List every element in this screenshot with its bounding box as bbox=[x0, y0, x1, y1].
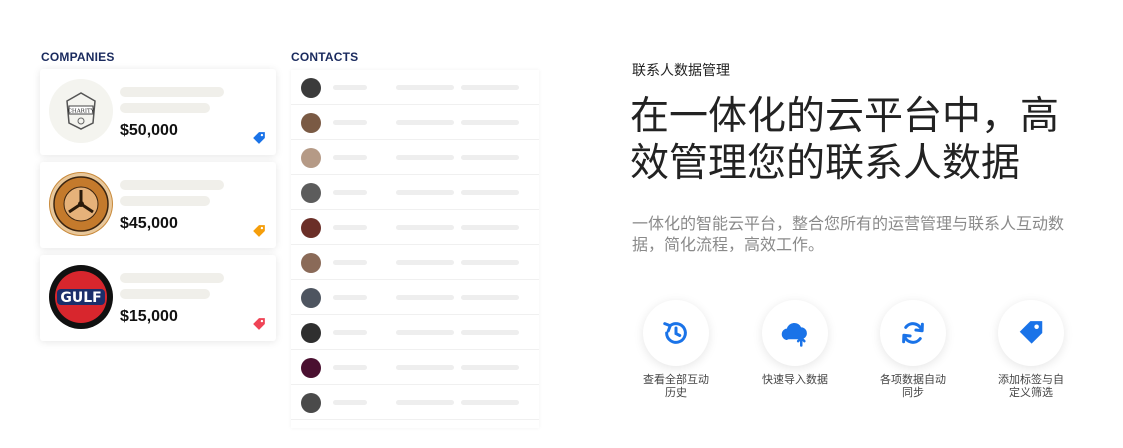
placeholder-bar bbox=[396, 85, 454, 90]
feature-label: 快速导入数据 bbox=[762, 374, 828, 386]
avatar bbox=[301, 113, 321, 133]
placeholder-bar bbox=[120, 273, 224, 283]
placeholder-bar bbox=[333, 295, 367, 300]
placeholder-bar bbox=[461, 295, 519, 300]
placeholder-bar bbox=[120, 196, 210, 206]
placeholder-bar bbox=[396, 260, 454, 265]
placeholder-bar bbox=[396, 190, 454, 195]
cloud-upload-icon bbox=[781, 322, 807, 347]
placeholder-bar bbox=[461, 365, 519, 370]
avatar bbox=[301, 393, 321, 413]
company-card[interactable]: GULF $15,000 bbox=[40, 255, 276, 341]
history-icon bbox=[663, 322, 687, 344]
tag-icon[interactable] bbox=[252, 224, 266, 238]
gulf-logo-text: GULF bbox=[60, 290, 101, 306]
placeholder-bar bbox=[461, 190, 519, 195]
company-amount: $50,000 bbox=[120, 122, 178, 139]
company-card[interactable]: CHARITY $50,000 bbox=[40, 69, 276, 155]
companies-section-label: COMPANIES bbox=[41, 50, 115, 64]
placeholder-bar bbox=[333, 400, 367, 405]
headline: 在一体化的云平台中，高效管理您的联系人数据 bbox=[630, 94, 1060, 186]
placeholder-bar bbox=[461, 120, 519, 125]
contact-row[interactable] bbox=[291, 350, 539, 385]
placeholder-bar bbox=[461, 225, 519, 230]
svg-text:CHARITY: CHARITY bbox=[68, 109, 95, 115]
avatar bbox=[301, 358, 321, 378]
feature-label: 添加标签与自定义筛选 bbox=[998, 374, 1064, 399]
contact-row[interactable] bbox=[291, 245, 539, 280]
feature-icon-circle bbox=[880, 300, 946, 366]
gulf-logo: GULF bbox=[49, 265, 113, 329]
company-amount: $45,000 bbox=[120, 215, 178, 232]
feature-label: 各项数据自动同步 bbox=[880, 374, 946, 399]
avatar bbox=[301, 148, 321, 168]
placeholder-bar bbox=[333, 85, 367, 90]
placeholder-bar bbox=[120, 289, 210, 299]
placeholder-bar bbox=[461, 330, 519, 335]
tag-icon[interactable] bbox=[252, 317, 266, 331]
placeholder-bar bbox=[396, 120, 454, 125]
placeholder-bar bbox=[396, 295, 454, 300]
feature-icon-circle bbox=[762, 300, 828, 366]
placeholder-bar bbox=[461, 85, 519, 90]
placeholder-bar bbox=[120, 103, 210, 113]
eyebrow-text: 联系人数据管理 bbox=[632, 62, 730, 78]
placeholder-bar bbox=[461, 260, 519, 265]
placeholder-bar bbox=[333, 330, 367, 335]
placeholder-bar bbox=[396, 330, 454, 335]
placeholder-bar bbox=[333, 190, 367, 195]
placeholder-bar bbox=[396, 400, 454, 405]
avatar bbox=[301, 78, 321, 98]
placeholder-bar bbox=[120, 87, 224, 97]
placeholder-bar bbox=[396, 225, 454, 230]
placeholder-bar bbox=[461, 400, 519, 405]
contact-row[interactable] bbox=[291, 140, 539, 175]
subtitle: 一体化的智能云平台，整合您所有的运营管理与联系人互动数据，简化流程，高效工作。 bbox=[632, 216, 1065, 254]
news-league-logo bbox=[49, 172, 113, 236]
avatar bbox=[301, 253, 321, 273]
feature-label: 查看全部互动历史 bbox=[643, 374, 709, 399]
feature-import: 快速导入数据 bbox=[745, 300, 845, 387]
feature-history: 查看全部互动历史 bbox=[626, 300, 726, 400]
contact-row[interactable] bbox=[291, 175, 539, 210]
placeholder-bar bbox=[461, 155, 519, 160]
charity-seal-logo: CHARITY bbox=[49, 79, 113, 143]
contact-row[interactable] bbox=[291, 70, 539, 105]
placeholder-bar bbox=[333, 365, 367, 370]
sync-icon bbox=[902, 322, 924, 344]
placeholder-bar bbox=[333, 155, 367, 160]
feature-icon-circle bbox=[998, 300, 1064, 366]
feature-tags: 添加标签与自定义筛选 bbox=[981, 300, 1081, 400]
feature-sync: 各项数据自动同步 bbox=[863, 300, 963, 400]
placeholder-bar bbox=[333, 120, 367, 125]
contact-row[interactable] bbox=[291, 105, 539, 140]
placeholder-bar bbox=[120, 180, 224, 190]
avatar bbox=[301, 288, 321, 308]
company-card[interactable]: $45,000 bbox=[40, 162, 276, 248]
placeholder-bar bbox=[396, 365, 454, 370]
avatar bbox=[301, 218, 321, 238]
contact-row[interactable] bbox=[291, 385, 539, 420]
contact-row[interactable] bbox=[291, 280, 539, 315]
contacts-list bbox=[291, 70, 539, 428]
company-amount: $15,000 bbox=[120, 308, 178, 325]
placeholder-bar bbox=[333, 260, 367, 265]
avatar bbox=[301, 323, 321, 343]
tag-icon[interactable] bbox=[252, 131, 266, 145]
placeholder-bar bbox=[333, 225, 367, 230]
placeholder-bar bbox=[396, 155, 454, 160]
feature-icon-circle bbox=[643, 300, 709, 366]
contacts-section-label: CONTACTS bbox=[291, 50, 359, 64]
contact-row[interactable] bbox=[291, 315, 539, 350]
contact-row[interactable] bbox=[291, 210, 539, 245]
tag-icon bbox=[1019, 321, 1043, 344]
avatar bbox=[301, 183, 321, 203]
